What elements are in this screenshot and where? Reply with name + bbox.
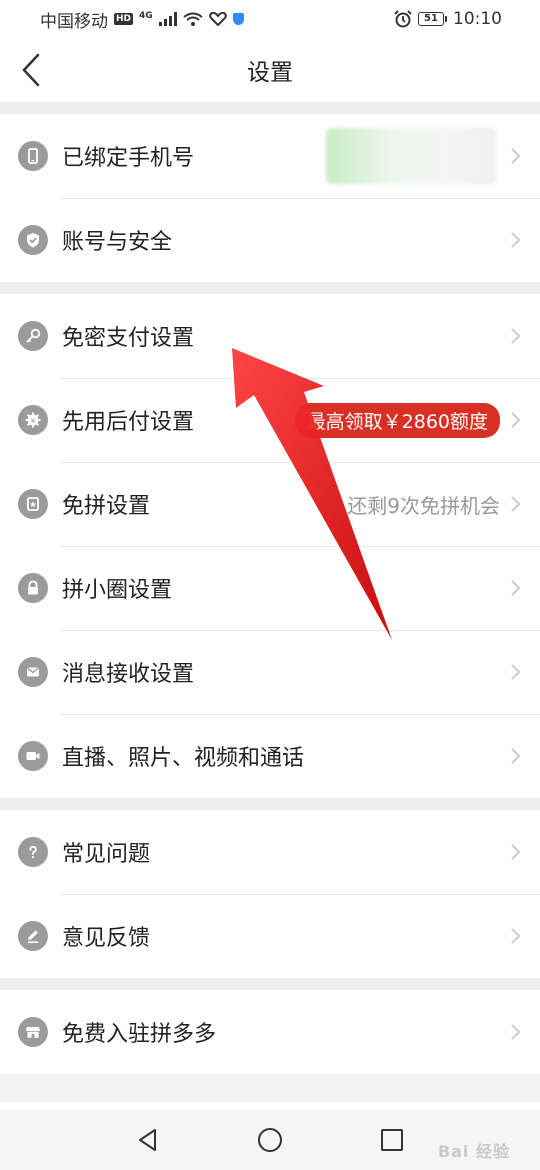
battery-icon: 51: [418, 12, 447, 26]
chevron-right-icon: [511, 748, 521, 764]
clock-time: 10:10: [453, 9, 502, 29]
settings-item-media-permissions[interactable]: 直播、照片、视频和通话: [0, 714, 540, 798]
pencil-icon: [18, 921, 48, 951]
settings-group-account: 已绑定手机号 账号与安全: [0, 114, 540, 282]
phone-icon: [18, 141, 48, 171]
section-divider: [0, 798, 540, 810]
settings-item-notifications[interactable]: 消息接收设置: [0, 630, 540, 714]
settings-item-label: 免费入驻拼多多: [62, 1022, 217, 1047]
watermark: Bai 经验: [437, 1142, 510, 1161]
hd-badge: HD: [114, 13, 134, 25]
settings-item-label: 账号与安全: [62, 230, 173, 255]
chevron-right-icon: [511, 496, 521, 512]
settings-item-account-security[interactable]: 账号与安全: [0, 198, 540, 282]
settings-item-merchant-join[interactable]: 免费入驻拼多多: [0, 990, 540, 1074]
status-left: 中国移动 HD 4G: [40, 7, 244, 32]
shield-check-icon: [18, 225, 48, 255]
section-divider: [0, 282, 540, 294]
chevron-left-icon: [22, 53, 40, 87]
chevron-right-icon: [511, 844, 521, 860]
status-right: 51 10:10: [394, 9, 502, 29]
camera-icon: [18, 741, 48, 771]
settings-item-feedback[interactable]: 意见反馈: [0, 894, 540, 978]
chevron-right-icon: [511, 148, 521, 164]
section-divider: [0, 978, 540, 990]
system-nav-bar: Bai 经验: [0, 1110, 540, 1170]
svg-text:¥: ¥: [31, 417, 36, 425]
settings-item-faq[interactable]: 常见问题: [0, 810, 540, 894]
settings-item-label: 消息接收设置: [62, 662, 195, 687]
chevron-right-icon: [511, 328, 521, 344]
settings-item-group-free[interactable]: 免拼设置 还剩9次免拼机会: [0, 462, 540, 546]
square-recents-icon: [381, 1129, 403, 1151]
settings-item-label: 拼小圈设置: [62, 578, 173, 603]
chevron-right-icon: [511, 664, 521, 680]
blurred-phone-number: [326, 128, 496, 184]
ticket-star-icon: [18, 489, 48, 519]
section-divider: [0, 1074, 540, 1102]
shield-icon: [232, 13, 244, 25]
settings-group-merchant: 免费入驻拼多多: [0, 990, 540, 1074]
settings-item-label: 常见问题: [62, 842, 151, 867]
heart-link-icon: [208, 12, 227, 26]
settings-item-label: 免拼设置: [62, 494, 151, 519]
settings-group-payment: 免密支付设置 ¥ 先用后付设置 最高领取￥2860额度 免拼设置 还剩9次免拼机…: [0, 294, 540, 798]
chevron-right-icon: [511, 412, 521, 428]
settings-item-bound-phone[interactable]: 已绑定手机号: [0, 114, 540, 198]
system-back-button[interactable]: [133, 1125, 163, 1155]
store-icon: [18, 1017, 48, 1047]
battery-level: 51: [418, 12, 444, 26]
promo-badge: 最高领取￥2860额度: [294, 402, 500, 438]
lock-icon: [18, 573, 48, 603]
status-bar: 中国移动 HD 4G 51 10:10: [0, 0, 540, 38]
system-home-button[interactable]: [255, 1125, 285, 1155]
nav-bar: 设置: [0, 38, 540, 102]
settings-item-password-free-payment[interactable]: 免密支付设置: [0, 294, 540, 378]
settings-item-label: 直播、照片、视频和通话: [62, 746, 305, 771]
key-icon: [18, 321, 48, 351]
chevron-right-icon: [511, 1024, 521, 1040]
question-icon: [18, 837, 48, 867]
page-title: 设置: [247, 60, 293, 86]
settings-item-label: 意见反馈: [62, 926, 151, 951]
settings-group-help: 常见问题 意见反馈: [0, 810, 540, 978]
chevron-right-icon: [511, 580, 521, 596]
back-button[interactable]: [18, 52, 48, 88]
wifi-icon: [183, 12, 203, 26]
section-divider: [0, 102, 540, 114]
triangle-back-icon: [139, 1129, 156, 1151]
carrier-label: 中国移动: [40, 11, 108, 32]
settings-item-label: 免密支付设置: [62, 326, 195, 351]
chevron-right-icon: [511, 232, 521, 248]
settings-item-pay-later[interactable]: ¥ 先用后付设置 最高领取￥2860额度: [0, 378, 540, 462]
circle-home-icon: [258, 1128, 282, 1152]
settings-item-label: 先用后付设置: [62, 410, 195, 435]
gear-badge-icon: ¥: [18, 405, 48, 435]
signal-icon: [158, 12, 177, 26]
remaining-chances-text: 还剩9次免拼机会: [347, 493, 500, 518]
settings-item-label: 已绑定手机号: [62, 146, 195, 171]
settings-item-circle[interactable]: 拼小圈设置: [0, 546, 540, 630]
system-recents-button[interactable]: [377, 1125, 407, 1155]
alarm-icon: [394, 10, 412, 28]
envelope-icon: [18, 657, 48, 687]
network-label: 4G: [139, 10, 153, 21]
chevron-right-icon: [511, 928, 521, 944]
